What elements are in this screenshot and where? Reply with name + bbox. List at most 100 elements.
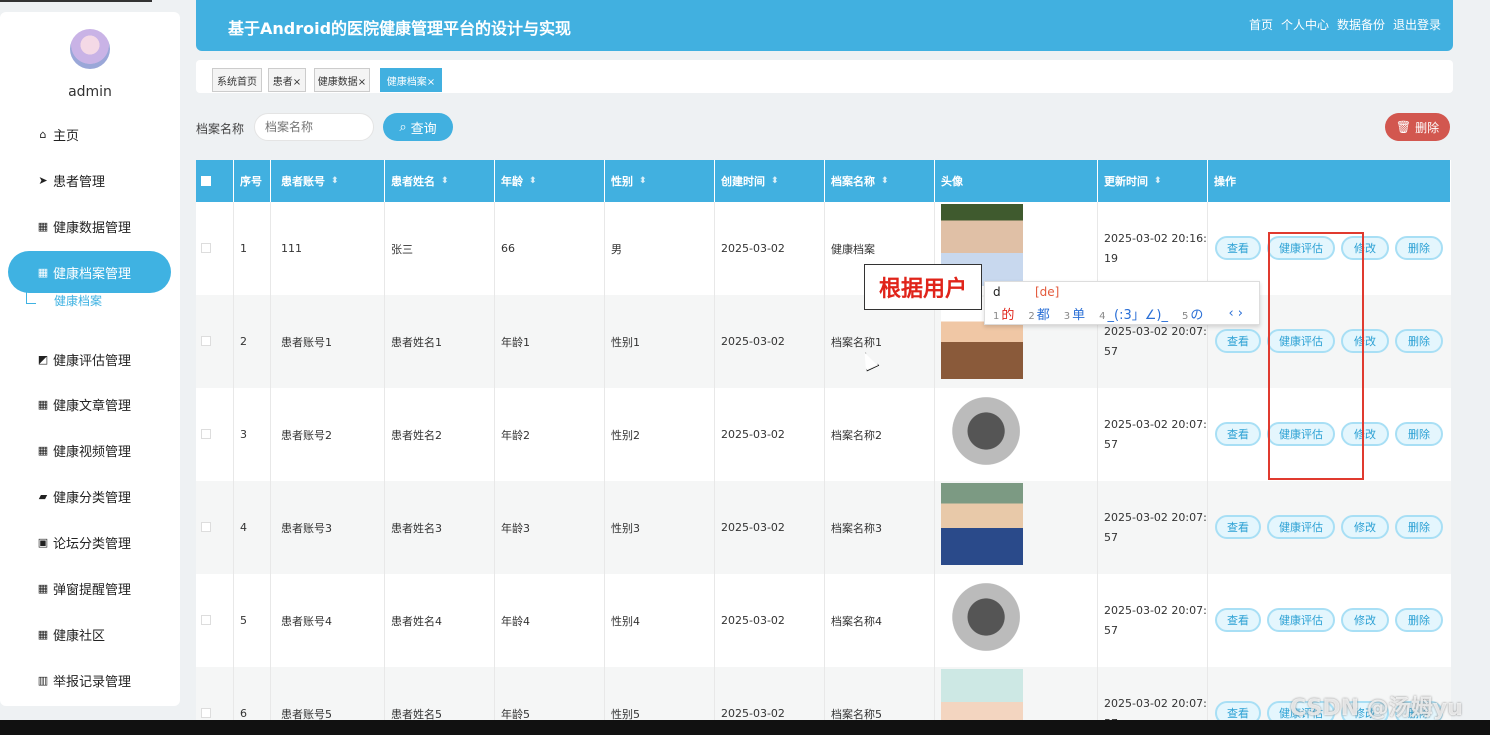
sidebar-item-10[interactable]: ▦ 健康社区 <box>8 613 171 655</box>
sidebar-item-label: 健康数据管理 <box>53 220 132 236</box>
header-select-all[interactable] <box>196 160 234 202</box>
row-checkbox[interactable] <box>201 429 211 439</box>
search-input[interactable] <box>254 113 374 141</box>
cell-name: 患者姓名3 <box>385 481 495 574</box>
sidebar-item-8[interactable]: ▣ 论坛分类管理 <box>8 521 171 563</box>
tab-patient[interactable]: 患者× <box>268 68 306 92</box>
submenu-item-health-file[interactable]: 健康档案 <box>54 292 102 309</box>
sidebar-item-6[interactable]: ▦ 健康视频管理 <box>8 429 171 471</box>
table-header: 序号 患者账号 ⬍ 患者姓名 ⬍ 年龄 ⬍ 性别 ⬍ 创建时间 ⬍ 档案名称 ⬍ 头像 更新时间 ⬍ 操作 <box>196 160 1451 202</box>
ime-candidate[interactable]: 3单 <box>1064 304 1085 323</box>
column-header-label: 患者姓名 <box>391 175 435 188</box>
send-icon: ➤ <box>38 173 48 187</box>
nav-profile[interactable]: 个人中心 <box>1281 16 1329 33</box>
cell-avatar <box>935 481 1098 574</box>
search-button[interactable]: ⌕ 查询 <box>383 113 453 141</box>
delete-button[interactable]: 删除 <box>1395 608 1443 632</box>
cell-account: 患者账号5 <box>275 667 385 720</box>
tab-system-home[interactable]: 系统首页 <box>212 68 262 92</box>
view-button[interactable]: 查看 <box>1215 608 1261 632</box>
edit-button[interactable]: 修改 <box>1341 608 1389 632</box>
row-checkbox[interactable] <box>201 336 211 346</box>
row-checkbox[interactable] <box>201 243 211 253</box>
ime-candidate[interactable]: 5の <box>1182 304 1203 323</box>
patient-photo <box>941 576 1023 658</box>
view-button[interactable]: 查看 <box>1215 701 1261 720</box>
cell-updated: 2025-03-02 20:07: 57 <box>1098 388 1208 481</box>
view-button[interactable]: 查看 <box>1215 236 1261 260</box>
edit-button[interactable]: 修改 <box>1341 515 1389 539</box>
row-select-cell <box>196 388 234 481</box>
column-header-3[interactable]: 年龄 ⬍ <box>495 160 605 202</box>
ime-candidate-number: 5 <box>1182 311 1189 322</box>
sidebar-item-2[interactable]: ▦ 健康数据管理 <box>8 205 171 247</box>
sidebar-item-11[interactable]: ▥ 举报记录管理 <box>8 659 171 701</box>
sidebar-item-4[interactable]: ◩ 健康评估管理 <box>8 338 171 380</box>
cell-updated: 2025-03-02 20:07: 57 <box>1098 481 1208 574</box>
sort-icon[interactable]: ⬍ <box>529 176 537 186</box>
cell-no: 4 <box>234 481 271 574</box>
assess-button[interactable]: 健康评估 <box>1267 515 1335 539</box>
grid-icon: ▦ <box>37 397 49 411</box>
nav-home[interactable]: 首页 <box>1249 16 1273 33</box>
bar-chart-icon: ▥ <box>37 673 49 687</box>
nav-logout[interactable]: 退出登录 <box>1393 16 1441 33</box>
delete-button[interactable]: 删除 <box>1395 422 1443 446</box>
sidebar-item-3[interactable]: ▦ 健康档案管理 <box>8 251 171 293</box>
ime-candidate[interactable]: 1的 <box>993 304 1014 323</box>
updated-text: 2025-03-02 20:07:57 <box>1104 694 1207 721</box>
select-all-checkbox[interactable] <box>201 176 211 186</box>
cell-avatar <box>935 574 1098 667</box>
sort-icon[interactable]: ⬍ <box>639 176 647 186</box>
cell-file: 档案名称4 <box>825 574 935 667</box>
sidebar-item-label: 健康档案管理 <box>53 266 132 282</box>
column-header-8[interactable]: 更新时间 ⬍ <box>1098 160 1208 202</box>
cell-gender: 性别2 <box>605 388 715 481</box>
cell-no: 6 <box>234 667 271 720</box>
sort-icon[interactable]: ⬍ <box>331 176 339 186</box>
cell-avatar <box>935 667 1098 720</box>
row-checkbox[interactable] <box>201 522 211 532</box>
ime-candidate-number: 2 <box>1028 311 1035 322</box>
column-header-7: 头像 <box>935 160 1098 202</box>
delete-button[interactable]: 删除 <box>1395 515 1443 539</box>
sidebar-item-7[interactable]: ▰ 健康分类管理 <box>8 475 171 517</box>
updated-date: 2025-03-02 20:07: <box>1104 417 1207 431</box>
sidebar-item-9[interactable]: ▦ 弹窗提醒管理 <box>8 567 171 609</box>
sort-icon[interactable]: ⬍ <box>441 176 449 186</box>
delete-button[interactable]: 删除 <box>1395 236 1443 260</box>
row-checkbox[interactable] <box>201 615 211 625</box>
row-checkbox[interactable] <box>201 708 211 718</box>
assess-button[interactable]: 健康评估 <box>1267 608 1335 632</box>
sidebar-item-0[interactable]: ⌂ 主页 <box>8 113 171 155</box>
watermark: CSDN @汤姆yu <box>1290 696 1463 721</box>
view-button[interactable]: 查看 <box>1215 422 1261 446</box>
column-header-2[interactable]: 患者姓名 ⬍ <box>385 160 495 202</box>
submenu-connector <box>26 290 36 304</box>
delete-button[interactable]: 删除 <box>1395 329 1443 353</box>
cell-name: 患者姓名2 <box>385 388 495 481</box>
tab-health-file[interactable]: 健康档案× <box>380 68 442 92</box>
sort-icon[interactable]: ⬍ <box>771 176 779 186</box>
sidebar-item-5[interactable]: ▦ 健康文章管理 <box>8 383 171 425</box>
batch-delete-button[interactable]: 🗑 删除 <box>1385 113 1450 141</box>
sidebar-item-1[interactable]: ➤ 患者管理 <box>8 159 171 201</box>
sort-icon[interactable]: ⬍ <box>881 176 889 186</box>
cell-updated: 2025-03-02 20:07: 57 <box>1098 574 1208 667</box>
ime-candidate[interactable]: 4 _(:3」∠)_ <box>1099 304 1168 323</box>
column-header-1[interactable]: 患者账号 ⬍ <box>275 160 385 202</box>
grid-icon: ▦ <box>37 443 49 457</box>
nav-backup[interactable]: 数据备份 <box>1337 16 1385 33</box>
cell-account: 患者账号4 <box>275 574 385 667</box>
avatar[interactable] <box>70 29 110 69</box>
ime-page-arrows[interactable]: ‹ › <box>1228 306 1243 321</box>
tab-health-data[interactable]: 健康数据× <box>314 68 370 92</box>
view-button[interactable]: 查看 <box>1215 329 1261 353</box>
column-header-5[interactable]: 创建时间 ⬍ <box>715 160 825 202</box>
sort-icon[interactable]: ⬍ <box>1154 176 1162 186</box>
ime-candidate[interactable]: 2都 <box>1028 304 1049 323</box>
column-header-6[interactable]: 档案名称 ⬍ <box>825 160 935 202</box>
view-button[interactable]: 查看 <box>1215 515 1261 539</box>
column-header-4[interactable]: 性别 ⬍ <box>605 160 715 202</box>
window-top-line <box>0 0 152 2</box>
